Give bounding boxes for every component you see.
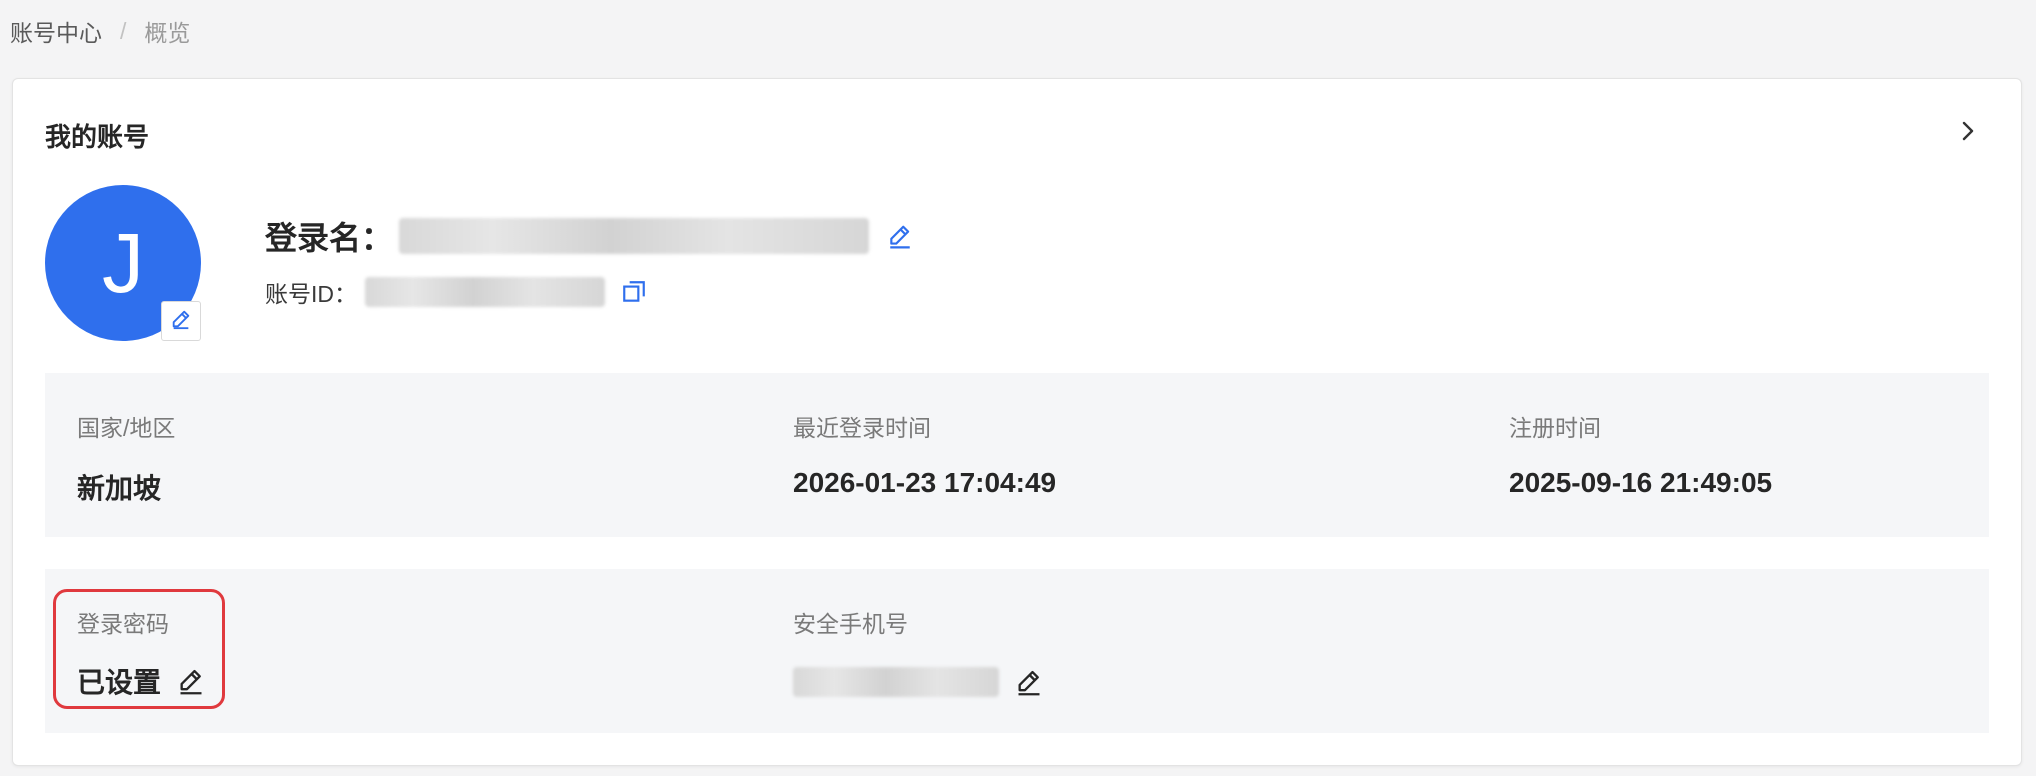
account-id-label: 账号ID： bbox=[265, 281, 357, 307]
password-field: 登录密码 已设置 bbox=[77, 605, 205, 701]
breadcrumb-separator: / bbox=[120, 17, 127, 44]
phone-value-redacted bbox=[793, 667, 999, 697]
login-name-row: 登录名： bbox=[265, 213, 913, 259]
password-value: 已设置 bbox=[77, 667, 162, 698]
login-name-label: 登录名： bbox=[265, 220, 394, 256]
password-value-row: 已设置 bbox=[77, 661, 205, 701]
last-login-field: 最近登录时间 2026-01-23 17:04:49 bbox=[793, 409, 1056, 499]
edit-login-name-icon[interactable] bbox=[887, 223, 913, 249]
card-title: 我的账号 bbox=[45, 122, 150, 152]
account-info-panel: 国家/地区 新加坡 最近登录时间 2026-01-23 17:04:49 注册时… bbox=[45, 373, 1989, 537]
phone-label: 安全手机号 bbox=[793, 611, 908, 637]
security-info-panel: 登录密码 已设置 安全手机号 bbox=[45, 569, 1989, 733]
password-label: 登录密码 bbox=[77, 611, 169, 637]
phone-value-row bbox=[793, 667, 1043, 697]
last-login-label: 最近登录时间 bbox=[793, 415, 931, 441]
account-id-row: 账号ID： bbox=[265, 275, 647, 309]
region-value: 新加坡 bbox=[77, 473, 162, 504]
breadcrumb-account-center[interactable]: 账号中心 bbox=[10, 14, 102, 48]
pencil-icon bbox=[170, 308, 192, 335]
account-id-value-redacted bbox=[365, 277, 605, 307]
register-time-value: 2025-09-16 21:49:05 bbox=[1509, 467, 1773, 498]
register-time-label: 注册时间 bbox=[1509, 415, 1601, 441]
register-time-field: 注册时间 2025-09-16 21:49:05 bbox=[1509, 409, 1772, 499]
chevron-right-icon[interactable] bbox=[1957, 119, 1979, 143]
edit-password-icon[interactable] bbox=[177, 667, 205, 695]
region-field: 国家/地区 新加坡 bbox=[77, 409, 175, 507]
region-label: 国家/地区 bbox=[77, 415, 176, 441]
last-login-value: 2026-01-23 17:04:49 bbox=[793, 467, 1057, 498]
avatar-edit-button[interactable] bbox=[161, 301, 201, 341]
breadcrumb-overview: 概览 bbox=[144, 20, 191, 46]
breadcrumb: 账号中心 / 概览 bbox=[10, 14, 190, 48]
edit-phone-icon[interactable] bbox=[1015, 668, 1043, 696]
copy-icon[interactable] bbox=[621, 279, 647, 305]
phone-field: 安全手机号 bbox=[793, 605, 1043, 697]
login-name-value-redacted bbox=[399, 218, 870, 254]
my-account-card: 我的账号 J 登录名： 账号ID： 国家/地区 新加坡 最近登录时间 2026-… bbox=[12, 78, 2022, 766]
